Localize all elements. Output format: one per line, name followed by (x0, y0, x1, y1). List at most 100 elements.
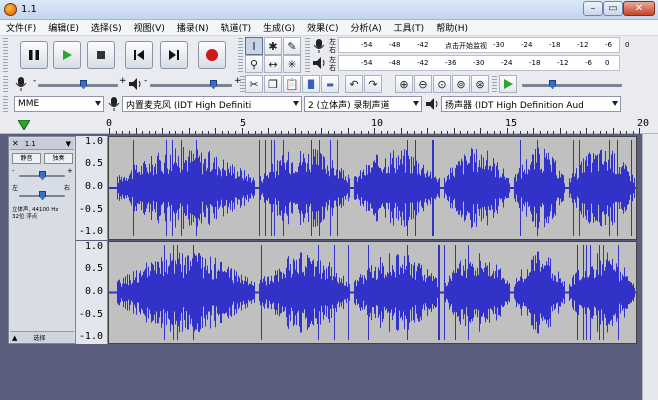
play-speed-knob[interactable] (549, 80, 556, 89)
waveform-right-channel[interactable] (108, 241, 637, 344)
multi-tool[interactable]: ✳ (283, 55, 301, 73)
playback-meter[interactable]: -54 -48 -42 -36 -30 -24 -18 -12 -6 0 (338, 55, 620, 71)
menu-edit[interactable]: 编辑(E) (42, 21, 85, 34)
mic-volume-slider[interactable] (38, 84, 118, 87)
track-header: ✕ 1.1 ▼ (10, 138, 74, 150)
ruler-tick (281, 131, 283, 134)
track-select-button[interactable]: 选择 (33, 333, 45, 342)
toolbar-grip[interactable] (305, 38, 310, 72)
mic-volume-knob[interactable] (80, 80, 87, 89)
menu-view[interactable]: 视图(V) (128, 21, 171, 34)
track-format-line: 立体声, 44100 Hz (12, 207, 59, 213)
play-button[interactable] (53, 41, 81, 69)
selection-tool[interactable]: I (245, 37, 263, 55)
ruler-tick (539, 131, 541, 134)
menu-file[interactable]: 文件(F) (0, 21, 42, 34)
envelope-tool[interactable]: ✱ (264, 37, 282, 55)
toolbar-grip[interactable] (3, 96, 8, 112)
menu-generate[interactable]: 生成(G) (257, 21, 301, 34)
speaker-volume-knob[interactable] (210, 80, 217, 89)
microphone-icon[interactable] (312, 38, 326, 53)
pan-knob[interactable] (39, 191, 46, 200)
ruler-tick (619, 131, 621, 134)
recording-device-select[interactable]: 内置麦克风 (IDT High Definiti (122, 96, 302, 112)
pause-button[interactable] (20, 41, 48, 69)
record-button[interactable] (198, 41, 226, 69)
silence-icon: ▬ (326, 79, 334, 89)
undo-button[interactable]: ↶ (345, 75, 363, 93)
mic-volume-minus: - (33, 76, 37, 86)
record-meter[interactable]: -54 -48 -42 点击开始监视 -30 -24 -18 -12 -6 0 (338, 37, 629, 53)
speaker-volume-slider[interactable] (150, 84, 232, 87)
close-button[interactable]: ✕ (623, 1, 655, 16)
audio-host-select[interactable]: MME (14, 96, 104, 112)
waveform-left-channel[interactable] (108, 136, 637, 240)
ruler-tick (427, 128, 429, 134)
maximize-button[interactable]: ▭ (603, 1, 623, 16)
speaker-icon[interactable] (312, 56, 326, 70)
ruler-tick (128, 131, 130, 134)
recording-channels-select[interactable]: 2 (立体声) 录制声道 (304, 96, 422, 112)
zoom-out-icon: ⊖ (418, 77, 428, 91)
ruler-tick (215, 128, 217, 134)
minimize-button[interactable]: – (583, 1, 603, 16)
mute-button[interactable]: 静音 (12, 153, 41, 164)
menu-tracks[interactable]: 轨道(T) (215, 21, 258, 34)
scale-label: 0.0 (84, 286, 103, 297)
timeline-ruler[interactable]: 0 5 10 15 20 (0, 118, 658, 134)
zoom-out-button[interactable]: ⊖ (414, 75, 432, 93)
chevron-down-icon (612, 101, 618, 106)
ruler-tick (473, 131, 475, 134)
menu-help[interactable]: 帮助(H) (430, 21, 474, 34)
amplitude-scale-right: 1.0 0.5 0.0 -0.5 -1.0 (76, 241, 108, 344)
pencil-icon: ✎ (287, 39, 297, 53)
play-speed-slider[interactable] (522, 84, 622, 87)
playback-device-select[interactable]: 扬声器 (IDT High Definition Aud (441, 96, 621, 112)
vertical-scrollbar[interactable] (642, 134, 658, 400)
redo-button[interactable]: ↷ (364, 75, 382, 93)
toolbar-grip[interactable] (3, 38, 8, 72)
record-icon (206, 49, 218, 61)
skip-to-start-button[interactable] (125, 41, 153, 69)
time-shift-tool[interactable]: ↔ (264, 55, 282, 73)
play-at-speed-button[interactable] (499, 75, 517, 93)
ruler-tick (400, 128, 402, 134)
zoom-in-button[interactable]: ⊕ (395, 75, 413, 93)
paste-button[interactable]: 📋 (283, 75, 301, 93)
toolbar-grip[interactable] (3, 76, 8, 92)
zoom-tool[interactable]: ⚲ (245, 55, 263, 73)
ruler-tick (407, 131, 409, 134)
skip-to-end-button[interactable] (160, 41, 188, 69)
toolbar-grip[interactable] (238, 38, 243, 72)
ruler-tick (168, 131, 170, 134)
zoom-in-icon: ⊕ (399, 77, 409, 91)
ruler-tick (606, 131, 608, 134)
stop-button[interactable] (87, 41, 115, 69)
menu-tools[interactable]: 工具(T) (388, 21, 431, 34)
track-close-button[interactable]: ✕ (12, 139, 19, 148)
copy-button[interactable]: ❐ (264, 75, 282, 93)
menu-effect[interactable]: 效果(C) (301, 21, 344, 34)
draw-tool[interactable]: ✎ (283, 37, 301, 55)
zoom-toggle-button[interactable]: ⊛ (471, 75, 489, 93)
menu-transport[interactable]: 播录(N) (171, 21, 215, 34)
trim-button[interactable]: ▐▌ (302, 75, 320, 93)
track-menu-chevron-icon[interactable]: ▼ (66, 140, 71, 148)
ruler-tick (254, 131, 256, 134)
cut-button[interactable]: ✂ (245, 75, 263, 93)
fit-selection-button[interactable]: ⊙ (433, 75, 451, 93)
ruler-tick (632, 131, 634, 134)
menu-analyze[interactable]: 分析(A) (344, 21, 387, 34)
menu-select[interactable]: 选择(S) (85, 21, 128, 34)
ruler-tick (261, 131, 263, 134)
solo-button[interactable]: 独奏 (44, 153, 73, 164)
gain-knob[interactable] (39, 171, 46, 180)
collapse-track-icon[interactable]: ▲ (12, 334, 17, 342)
pin-playhead-icon[interactable] (18, 120, 30, 130)
silence-button[interactable]: ▬ (321, 75, 339, 93)
fit-project-button[interactable]: ⊚ (452, 75, 470, 93)
toolbar-grip[interactable] (492, 76, 497, 92)
play-green-icon (504, 79, 513, 89)
track-name[interactable]: 1.1 (25, 140, 36, 148)
ruler-tick (566, 131, 568, 134)
